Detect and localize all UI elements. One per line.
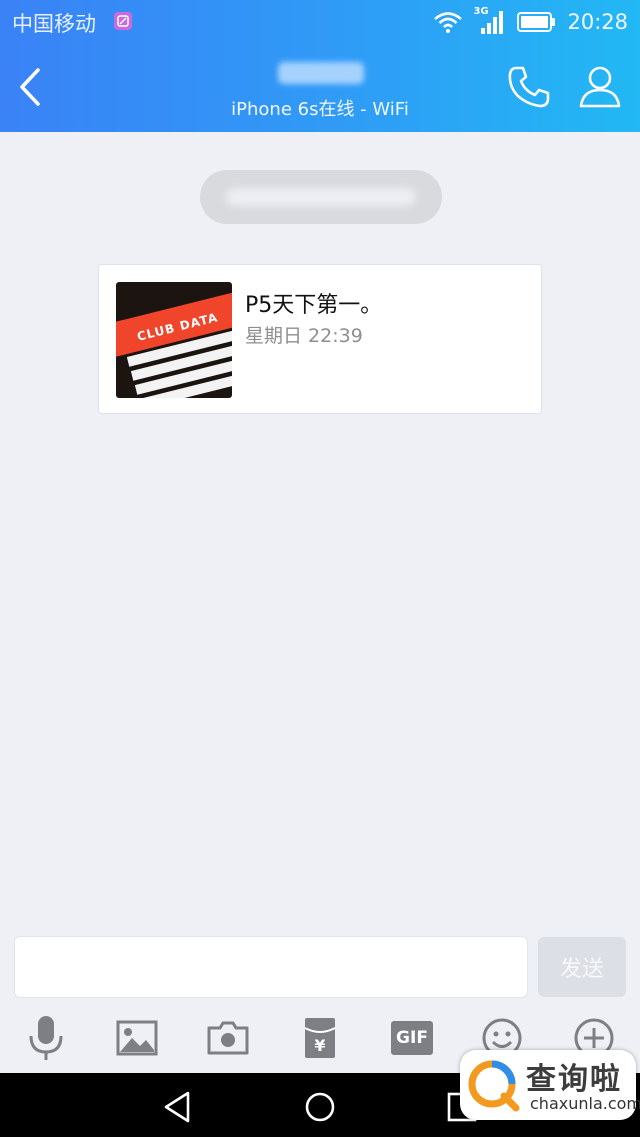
watermark-brand-en: chaxunla.com: [530, 1094, 640, 1113]
message-title: P5天下第一。: [245, 293, 383, 318]
battery-icon: [517, 12, 556, 32]
notification-icon: [114, 12, 132, 30]
carrier-label: 中国移动: [12, 12, 96, 36]
camera-icon: [207, 1021, 249, 1055]
mic-button[interactable]: [16, 1010, 76, 1066]
gif-label: GIF: [396, 1028, 428, 1048]
image-icon: [116, 1020, 158, 1056]
message-thumbnail[interactable]: CLUB DATA: [116, 282, 232, 398]
camera-button[interactable]: [198, 1010, 258, 1066]
red-packet-icon: ¥: [304, 1018, 336, 1058]
gif-button[interactable]: GIF: [382, 1010, 442, 1066]
header: 中国移动 3G 20:28 iPhone 6s在线 - WiFi: [0, 0, 640, 132]
message-time: 星期日 22:39: [245, 325, 363, 347]
signal-icon: 3G: [473, 6, 507, 36]
status-bar: 中国移动 3G 20:28: [0, 0, 640, 44]
redacted-timestamp-chip: [200, 170, 442, 224]
send-button[interactable]: 发送: [538, 937, 626, 997]
phone-icon[interactable]: [504, 62, 554, 112]
message-card[interactable]: CLUB DATA P5天下第一。 星期日 22:39: [98, 264, 542, 414]
red-packet-button[interactable]: ¥: [290, 1010, 350, 1066]
android-back-icon[interactable]: [156, 1085, 200, 1129]
chat-nav-bar: iPhone 6s在线 - WiFi: [0, 44, 640, 132]
watermark-brand-cn: 查询啦: [526, 1062, 622, 1097]
watermark-badge: 查询啦 chaxunla.com: [460, 1050, 640, 1120]
wifi-icon: [434, 12, 463, 33]
clock: 20:28: [567, 10, 628, 34]
android-home-icon[interactable]: [298, 1085, 342, 1129]
status-icons: 3G 20:28: [433, 4, 628, 40]
image-button[interactable]: [107, 1010, 167, 1066]
contact-name-redacted: [278, 62, 364, 84]
mic-icon: [29, 1016, 63, 1060]
message-input[interactable]: [14, 936, 528, 998]
profile-icon[interactable]: [575, 62, 625, 112]
redacted-text: [226, 188, 416, 206]
gif-icon: GIF: [391, 1021, 433, 1055]
svg-text:¥: ¥: [314, 1036, 325, 1055]
watermark-logo-icon: [468, 1060, 520, 1112]
